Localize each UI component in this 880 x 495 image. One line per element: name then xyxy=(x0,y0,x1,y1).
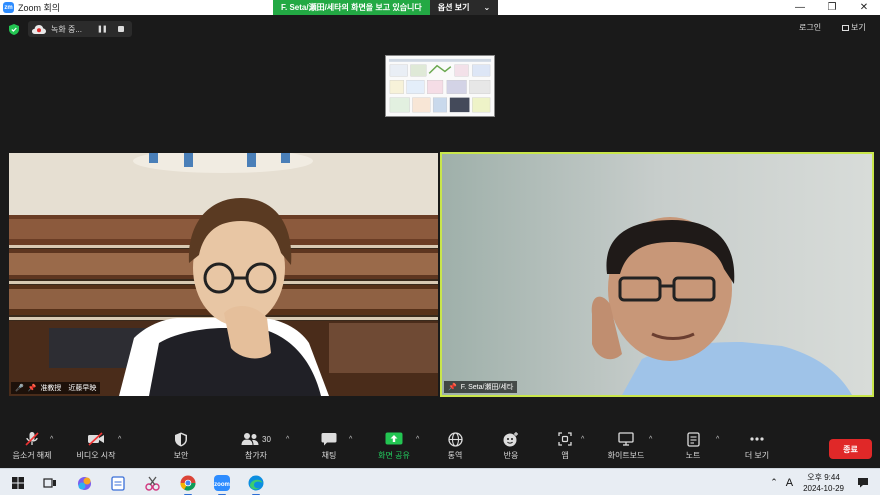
video-options-caret[interactable]: ^ xyxy=(118,436,121,443)
share-screen-button[interactable]: 화면 공유 xyxy=(373,428,415,468)
clock-date: 2024-10-29 xyxy=(803,483,844,493)
share-screen-icon xyxy=(385,432,403,445)
reaction-icon xyxy=(503,431,518,446)
video-label: 비디오 시작 xyxy=(76,451,116,460)
svg-text:zoom: zoom xyxy=(214,482,230,488)
participant-name: F. Seta/瀬田/세타 xyxy=(460,384,514,391)
zoom-window: zm Zoom 회의 — ❐ ✕ F. Seta/瀬田/세타의 화면을 보고 있… xyxy=(0,0,880,495)
pause-recording-icon[interactable]: ❚❚ xyxy=(97,25,108,33)
participant-video-tile[interactable]: 🎤 📌 准教授 近藤早映 xyxy=(9,153,438,396)
mute-options-caret[interactable]: ^ xyxy=(50,436,53,443)
copilot-icon[interactable] xyxy=(74,473,94,493)
input-language-indicator[interactable]: A xyxy=(786,477,793,489)
chat-button[interactable]: 채팅 xyxy=(314,428,344,468)
apps-label: 앱 xyxy=(561,451,569,460)
whiteboard-icon xyxy=(618,432,634,446)
chat-label: 채팅 xyxy=(321,451,337,460)
shared-screen-thumbnail[interactable] xyxy=(385,55,495,117)
minimize-button[interactable]: — xyxy=(784,0,816,15)
participant-name-tag: 📌 F. Seta/瀬田/세타 xyxy=(444,381,518,393)
view-options-button[interactable]: 옵션 보기 ⌄ xyxy=(429,0,499,15)
stop-recording-icon[interactable] xyxy=(117,26,124,32)
notes-label: 노트 xyxy=(685,451,701,460)
meeting-toolbar: 음소거 해제 ^ 비디오 시작 ^ 보안 30 참가자 ^ 채팅 ^ 화면 공유… xyxy=(0,428,880,468)
pin-icon: 📌 xyxy=(27,385,37,392)
chat-options-caret[interactable]: ^ xyxy=(349,436,352,443)
more-icon xyxy=(750,437,764,441)
participant-name-tag: 🎤 📌 准教授 近藤早映 xyxy=(11,382,101,394)
share-banner-message: F. Seta/瀬田/세타의 화면을 보고 있습니다 xyxy=(273,0,430,15)
participants-button[interactable]: 30 참가자 xyxy=(236,428,276,468)
snipping-tool-icon[interactable] xyxy=(142,473,162,493)
whiteboard-label: 화이트보드 xyxy=(607,451,645,460)
video-button[interactable]: 비디오 시작 xyxy=(72,428,120,468)
cloud-record-icon xyxy=(32,24,46,34)
share-screen-label: 화면 공유 xyxy=(378,451,410,460)
video-off-icon xyxy=(88,432,104,446)
active-speaker-video-tile[interactable]: 📌 F. Seta/瀬田/세타 xyxy=(440,152,874,397)
edge-icon[interactable] xyxy=(246,473,266,495)
login-link[interactable]: 로그인 xyxy=(799,22,821,33)
participants-icon xyxy=(241,433,259,445)
mic-off-icon xyxy=(25,432,39,446)
video-frame-library xyxy=(9,153,438,396)
task-view-icon[interactable] xyxy=(40,473,60,493)
window-title: Zoom 회의 xyxy=(18,3,61,13)
interpretation-label: 통역 xyxy=(447,451,463,460)
window-controls: — ❐ ✕ xyxy=(784,0,880,15)
apps-button[interactable]: 앱 xyxy=(553,428,577,468)
whiteboard-button[interactable]: 화이트보드 xyxy=(603,428,649,468)
reactions-button[interactable]: 반응 xyxy=(497,428,525,468)
reactions-label: 반응 xyxy=(503,451,519,460)
mute-button[interactable]: 음소거 해제 xyxy=(8,428,56,468)
globe-icon xyxy=(447,431,463,447)
notes-button[interactable]: 노트 xyxy=(680,428,706,468)
view-options-label: 옵션 보기 xyxy=(437,3,470,12)
view-button[interactable]: 보기 xyxy=(842,22,866,33)
encryption-shield-icon[interactable] xyxy=(9,24,19,35)
apps-icon xyxy=(558,432,572,446)
maximize-button[interactable]: ❐ xyxy=(816,0,848,15)
taskbar-clock[interactable]: 오후 9:44 2024-10-29 xyxy=(803,472,844,494)
more-button[interactable]: 더 보기 xyxy=(740,428,774,468)
notes-icon xyxy=(686,431,700,447)
chrome-icon[interactable] xyxy=(178,473,198,495)
recording-indicator: 녹화 중... ❚❚ xyxy=(28,21,132,37)
whiteboard-options-caret[interactable]: ^ xyxy=(649,436,652,443)
notes-options-caret[interactable]: ^ xyxy=(716,436,719,443)
share-banner: F. Seta/瀬田/세타의 화면을 보고 있습니다 옵션 보기 ⌄ xyxy=(273,0,499,15)
clock-time: 오후 9:44 xyxy=(807,472,840,482)
windows-taskbar: zoom ⌃ A 오후 9:44 2024-10-29 xyxy=(0,468,880,495)
participants-options-caret[interactable]: ^ xyxy=(286,436,289,443)
notification-icon[interactable] xyxy=(854,474,872,492)
security-button[interactable]: 보안 xyxy=(166,428,196,468)
participants-count: 30 xyxy=(262,434,271,444)
participant-name: 准教授 近藤早映 xyxy=(40,385,97,392)
zoom-logo-icon: zm xyxy=(3,2,14,13)
view-label: 보기 xyxy=(851,23,866,32)
shield-icon xyxy=(175,432,187,446)
windows-start-icon[interactable] xyxy=(8,473,28,493)
grid-view-icon xyxy=(842,24,849,31)
security-label: 보안 xyxy=(173,451,189,460)
recording-label: 녹화 중... xyxy=(51,24,82,34)
mic-muted-icon: 🎤 xyxy=(15,385,24,392)
apps-options-caret[interactable]: ^ xyxy=(581,436,584,443)
participants-label: 참가자 xyxy=(244,451,268,460)
close-button[interactable]: ✕ xyxy=(848,0,880,15)
notepad-icon[interactable] xyxy=(108,473,128,493)
end-meeting-button[interactable]: 종료 xyxy=(829,439,872,459)
video-frame-speaker xyxy=(442,154,872,395)
zoom-icon[interactable]: zoom xyxy=(212,473,232,495)
chevron-up-icon[interactable]: ⌃ xyxy=(770,477,778,488)
chevron-down-icon: ⌄ xyxy=(483,3,491,12)
mute-label: 음소거 해제 xyxy=(12,451,52,460)
interpretation-button[interactable]: 통역 xyxy=(441,428,469,468)
pin-icon: 📌 xyxy=(448,384,457,391)
more-label: 더 보기 xyxy=(744,451,770,460)
chat-icon xyxy=(321,433,337,446)
system-tray: ⌃ A 오후 9:44 2024-10-29 xyxy=(770,469,880,495)
share-options-caret[interactable]: ^ xyxy=(416,436,419,443)
